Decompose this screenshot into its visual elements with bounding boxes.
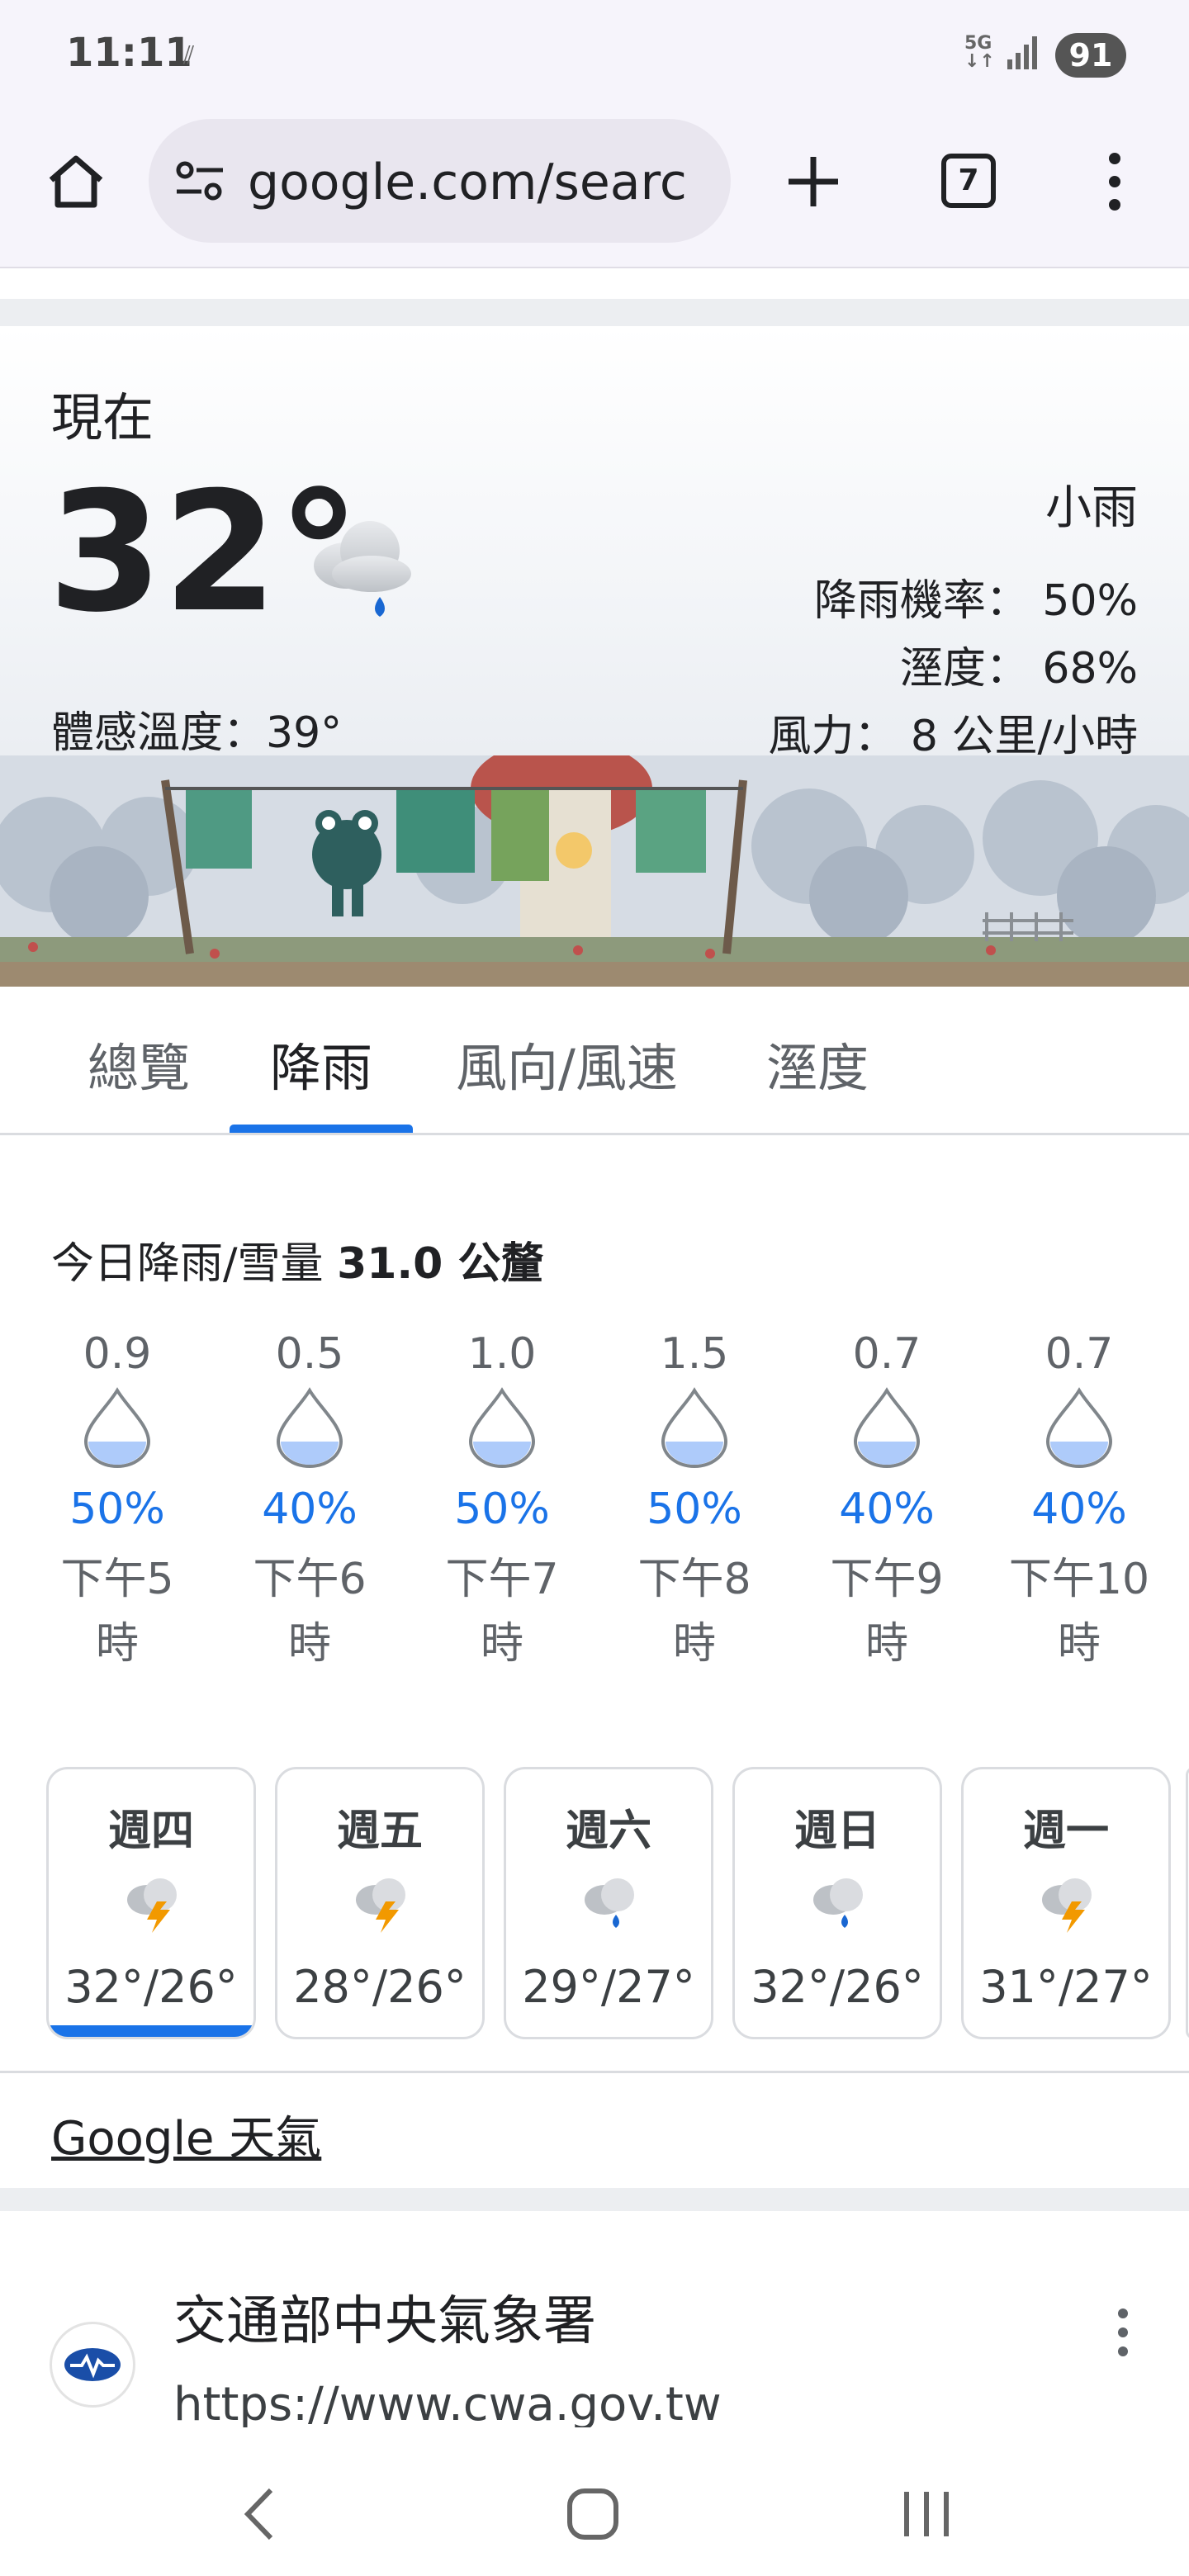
precip-title-label: 今日降雨/雪量 xyxy=(51,1239,324,1289)
rain-drop-icon xyxy=(620,1387,769,1478)
hour-time: 下午7 時 xyxy=(445,1555,559,1669)
tab-overview[interactable]: 總覽 xyxy=(88,1026,190,1101)
weather-current: 現在 32° 體感溫度：39° 小雨 降雨機率： 50% 溼度： 68% 風力：… xyxy=(0,326,1189,987)
hour-forecast: 1.5 50% 下午8 時 xyxy=(620,1329,769,1676)
status-time: 11:11 xyxy=(66,30,192,76)
hour-time: 下午9 時 xyxy=(830,1555,944,1669)
hour-time: 下午8 時 xyxy=(637,1555,751,1669)
hour-forecast: 1.0 50% 下午7 時 xyxy=(428,1329,576,1676)
day-card-sun[interactable]: 週日 32°/26° xyxy=(732,1767,942,2039)
thunderstorm-icon xyxy=(1042,1878,1092,1933)
result-more-icon[interactable] xyxy=(1106,2304,1139,2361)
result-title[interactable]: 交通部中央氣象署 xyxy=(173,2279,596,2355)
section-divider xyxy=(0,299,1189,326)
address-bar[interactable]: google.com/searc xyxy=(149,119,731,243)
tab-switcher-button[interactable]: 7 xyxy=(941,154,996,208)
tab-humidity[interactable]: 溼度 xyxy=(766,1026,869,1101)
hour-amount: 1.0 xyxy=(467,1329,537,1379)
precip-chance: 降雨機率： 50% xyxy=(813,576,1138,626)
hour-amount: 0.9 xyxy=(83,1329,152,1379)
rain-drop-icon xyxy=(812,1387,961,1478)
humidity: 溼度： 68% xyxy=(899,644,1138,694)
hour-forecast: 0.5 40% 下午6 時 xyxy=(235,1329,384,1676)
day-name: 週一 xyxy=(1022,1807,1109,1856)
weather-tabs: 總覽 降雨 風向/風速 溼度 xyxy=(0,987,1189,1135)
hour-chance: 40% xyxy=(839,1485,935,1534)
new-tab-icon[interactable] xyxy=(780,149,846,215)
hour-forecast: 0.7 40% 下午10 時 xyxy=(1005,1329,1153,1676)
rain-drop-icon xyxy=(1005,1387,1153,1478)
home-icon[interactable] xyxy=(43,149,109,215)
day-name: 週日 xyxy=(793,1807,880,1856)
rain-drop-icon xyxy=(43,1387,192,1478)
tab-precipitation[interactable]: 降雨 xyxy=(270,1026,372,1101)
rain-icon xyxy=(585,1878,634,1928)
day-card-fri[interactable]: 週五 28°/26° xyxy=(275,1767,485,2039)
section-divider xyxy=(0,2188,1189,2211)
hour-amount: 1.5 xyxy=(660,1329,729,1379)
hour-forecast: 0.9 50% 下午5 時 xyxy=(43,1329,192,1676)
hour-amount: 0.5 xyxy=(275,1329,344,1379)
hour-time: 下午10 時 xyxy=(1008,1555,1150,1669)
battery-indicator: 91 xyxy=(1055,33,1126,78)
signal-icon xyxy=(1007,36,1037,69)
rain-drop-icon xyxy=(428,1387,576,1478)
back-icon[interactable] xyxy=(239,2485,281,2543)
day-temps: 32°/26° xyxy=(64,1961,238,2013)
browser-toolbar: google.com/searc 7 xyxy=(0,107,1189,268)
weather-doodle-illustration xyxy=(0,755,1189,987)
day-name: 週六 xyxy=(565,1807,651,1856)
day-name: 週五 xyxy=(336,1807,423,1856)
rain-icon xyxy=(813,1878,863,1928)
network-type: 5G ↓↑ xyxy=(964,33,995,72)
result-url[interactable]: https://www.cwa.gov.tw xyxy=(173,2378,722,2429)
status-bar: 11:11 ⫽ 5G ↓↑ 91 xyxy=(0,0,1189,107)
day-card-mon[interactable]: 週一 31°/27° xyxy=(961,1767,1171,2039)
hour-chance: 50% xyxy=(454,1485,550,1534)
site-settings-icon[interactable] xyxy=(173,160,226,201)
sync-icon: ⫽ xyxy=(183,41,195,70)
cwa-logo-icon xyxy=(64,2348,121,2381)
hour-time: 下午5 時 xyxy=(60,1555,174,1669)
home-nav-icon[interactable] xyxy=(566,2487,620,2541)
precip-total: 今日降雨/雪量 31.0 公釐 xyxy=(51,1229,543,1290)
hour-chance: 50% xyxy=(647,1485,742,1534)
thunderstorm-icon xyxy=(356,1878,405,1933)
precip-total-value: 31.0 公釐 xyxy=(337,1239,544,1289)
google-weather-link[interactable]: Google 天氣 xyxy=(51,2101,321,2168)
rain-drop-icon xyxy=(235,1387,384,1478)
day-name: 週四 xyxy=(107,1807,194,1856)
system-nav-bar xyxy=(0,2427,1189,2576)
more-menu-icon[interactable] xyxy=(1098,149,1131,215)
recents-icon[interactable] xyxy=(900,2487,953,2541)
day-card-partial[interactable] xyxy=(1186,1767,1189,2039)
day-temps: 29°/27° xyxy=(522,1961,695,2013)
hour-amount: 0.7 xyxy=(852,1329,921,1379)
page-top-gap xyxy=(0,270,1189,303)
hour-chance: 50% xyxy=(69,1485,165,1534)
url-text[interactable]: google.com/searc xyxy=(248,154,710,211)
divider xyxy=(0,2071,1189,2073)
hour-chance: 40% xyxy=(262,1485,358,1534)
tab-wind[interactable]: 風向/風速 xyxy=(456,1026,678,1101)
hour-time: 下午6 時 xyxy=(253,1555,367,1669)
hour-amount: 0.7 xyxy=(1045,1329,1114,1379)
day-card-thu[interactable]: 週四 32°/26° xyxy=(46,1767,256,2039)
site-favicon[interactable] xyxy=(50,2322,135,2408)
selected-day-indicator xyxy=(49,2025,253,2037)
condition-text: 小雨 xyxy=(1045,481,1138,535)
feels-like: 體感溫度：39° xyxy=(51,708,343,758)
day-temps: 31°/27° xyxy=(979,1961,1153,2013)
day-card-sat[interactable]: 週六 29°/27° xyxy=(504,1767,713,2039)
wind: 風力： 8 公里/小時 xyxy=(768,712,1138,761)
thunderstorm-icon xyxy=(127,1878,177,1933)
day-temps: 28°/26° xyxy=(293,1961,467,2013)
hour-forecast: 0.7 40% 下午9 時 xyxy=(812,1329,961,1676)
light-rain-icon xyxy=(314,521,411,617)
now-label: 現在 xyxy=(51,387,154,447)
hour-chance: 40% xyxy=(1031,1485,1127,1534)
active-tab-indicator xyxy=(230,1125,413,1133)
day-temps: 32°/26° xyxy=(751,1961,924,2013)
